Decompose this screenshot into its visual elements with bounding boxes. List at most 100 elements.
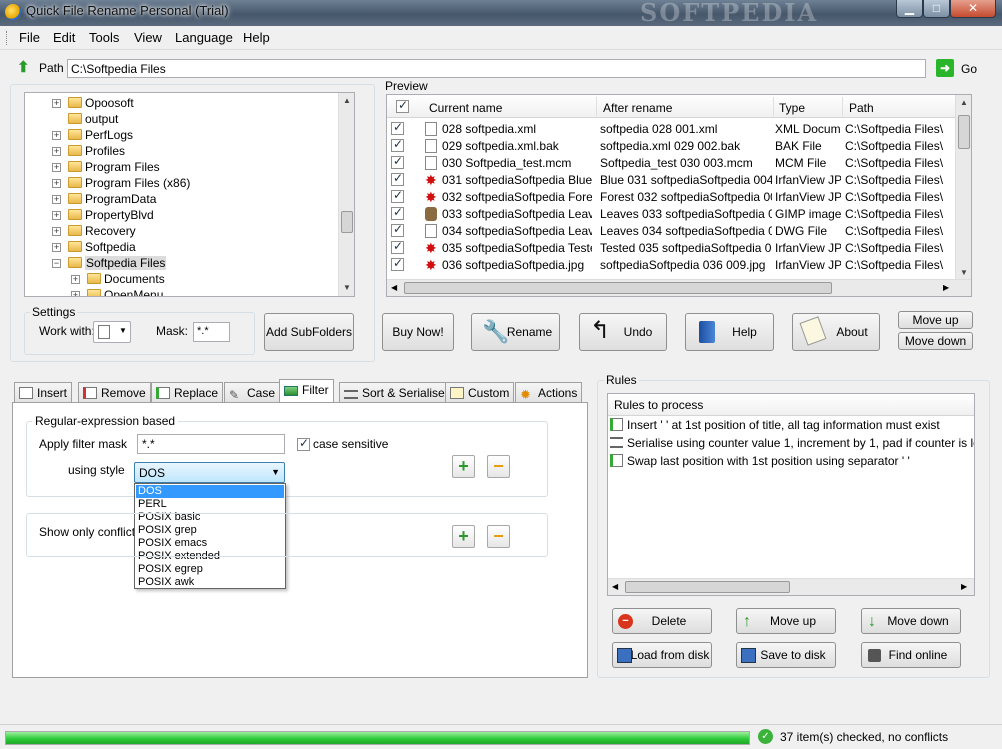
close-button[interactable]: ✕ xyxy=(950,0,996,18)
expand-icon[interactable]: + xyxy=(52,99,61,108)
mask-input[interactable]: *.* xyxy=(193,322,230,342)
file-row[interactable]: 029 softpedia.xml.bak softpedia.xml 029 0… xyxy=(387,137,955,154)
tab-filter[interactable]: Filter xyxy=(279,379,334,403)
style-option-perl[interactable]: PERL xyxy=(136,498,284,511)
expand-icon[interactable]: + xyxy=(52,227,61,236)
tab-remove[interactable]: Remove xyxy=(78,382,151,402)
expand-icon[interactable]: + xyxy=(71,275,80,284)
move-down-button[interactable]: Move down xyxy=(898,332,973,350)
menu-view[interactable]: View xyxy=(134,30,162,45)
row-checkbox[interactable] xyxy=(391,122,404,135)
remove-conflict-button[interactable]: − xyxy=(487,525,510,548)
row-checkbox[interactable] xyxy=(391,258,404,271)
rename-button[interactable]: 🔧 Rename xyxy=(471,313,560,351)
expand-icon[interactable]: + xyxy=(52,147,61,156)
row-checkbox[interactable] xyxy=(391,173,404,186)
find-online-button[interactable]: Find online xyxy=(861,642,961,668)
col-current-name[interactable]: Current name xyxy=(429,101,502,115)
scroll-right-icon[interactable]: ▶ xyxy=(943,283,949,292)
path-input[interactable]: C:\Softpedia Files xyxy=(67,59,926,78)
file-row[interactable]: ✸ 035 softpediaSoftpedia Tested... Tested … xyxy=(387,239,955,256)
rule-item[interactable]: Swap last position with 1st position usi… xyxy=(610,454,910,472)
select-all-checkbox[interactable] xyxy=(396,98,409,113)
expand-icon[interactable]: + xyxy=(71,291,80,296)
tab-actions[interactable]: ✹ Actions xyxy=(515,382,583,402)
rule-move-down-button[interactable]: ↓ Move down xyxy=(861,608,961,634)
row-checkbox[interactable] xyxy=(391,139,404,152)
file-row[interactable]: ✸ 036 softpediaSoftpedia.jpg softpediaSoft… xyxy=(387,256,955,273)
go-icon[interactable]: ➜ xyxy=(936,59,954,77)
tab-insert[interactable]: Insert xyxy=(14,382,73,402)
path-up-icon[interactable]: ⬆ xyxy=(17,60,33,76)
collapse-icon[interactable]: − xyxy=(52,259,61,268)
tree-scrollbar[interactable]: ▲ ▼ xyxy=(338,93,354,296)
style-option-dos[interactable]: DOS xyxy=(136,485,284,498)
scroll-thumb[interactable] xyxy=(341,211,353,233)
add-conflict-button[interactable]: + xyxy=(452,525,475,548)
file-row[interactable]: ✸ 032 softpediaSoftpedia Forest.j... Fores… xyxy=(387,188,955,205)
undo-button[interactable]: ↰ Undo xyxy=(579,313,667,351)
style-option-posix-egrep[interactable]: POSIX egrep xyxy=(136,563,284,576)
scroll-down-icon[interactable]: ▼ xyxy=(339,280,354,296)
scroll-left-icon[interactable]: ◀ xyxy=(391,283,397,292)
hscroll-thumb[interactable] xyxy=(625,581,790,593)
row-checkbox[interactable] xyxy=(391,156,404,169)
remove-filter-button[interactable]: − xyxy=(487,455,510,478)
maximize-button[interactable]: □ xyxy=(923,0,950,18)
load-from-disk-button[interactable]: Load from disk xyxy=(612,642,712,668)
buy-now-button[interactable]: Buy Now! xyxy=(382,313,454,351)
preview-hscrollbar[interactable]: ◀ ▶ xyxy=(387,279,971,296)
scroll-thumb[interactable] xyxy=(958,115,970,149)
rules-hscrollbar[interactable]: ◀ ▶ xyxy=(608,578,974,595)
file-row[interactable]: ✸ 031 softpediaSoftpedia Blue.jpg Blue 031… xyxy=(387,171,955,188)
about-button[interactable]: About xyxy=(792,313,880,351)
menu-tools[interactable]: Tools xyxy=(89,30,119,45)
style-option-posix-awk[interactable]: POSIX awk xyxy=(136,576,284,589)
case-sensitive-checkbox[interactable] xyxy=(297,436,310,452)
preview-vscrollbar[interactable]: ▲ ▼ xyxy=(955,95,971,281)
filter-mask-input[interactable]: *.* xyxy=(137,434,285,454)
menu-language[interactable]: Language xyxy=(175,30,233,45)
tab-custom[interactable]: Custom xyxy=(445,382,515,402)
col-type[interactable]: Type xyxy=(779,101,805,115)
hscroll-thumb[interactable] xyxy=(404,282,832,294)
scroll-up-icon[interactable]: ▲ xyxy=(339,93,354,109)
rule-item[interactable]: Insert ' ' at 1st position of title, all… xyxy=(610,418,940,436)
expand-icon[interactable]: + xyxy=(52,195,61,204)
file-row[interactable]: 028 softpedia.xml softpedia 028 001.xml XM… xyxy=(387,120,955,137)
row-checkbox[interactable] xyxy=(391,224,404,237)
work-with-dropdown[interactable]: ▼ xyxy=(93,321,131,343)
tab-case[interactable]: ✎ Case xyxy=(224,382,281,402)
menu-help[interactable]: Help xyxy=(243,30,270,45)
menu-file[interactable]: File xyxy=(19,30,40,45)
preview-grid[interactable]: Current name After rename Type Path 028 … xyxy=(386,94,972,297)
expand-icon[interactable]: + xyxy=(52,211,61,220)
tab-replace[interactable]: Replace xyxy=(151,382,224,402)
row-checkbox[interactable] xyxy=(391,241,404,254)
scroll-left-icon[interactable]: ◀ xyxy=(612,582,618,591)
rules-list[interactable]: Rules to process Insert ' ' at 1st posit… xyxy=(607,393,975,596)
expand-icon[interactable]: + xyxy=(52,131,61,140)
folder-tree[interactable]: + Opoosoft output + PerfLogs + Profiles + Pr… xyxy=(24,92,355,297)
file-row[interactable]: 033 softpediaSoftpedia Leaves... Leaves 0… xyxy=(387,205,955,222)
add-subfolders-button[interactable]: Add SubFolders xyxy=(264,313,354,351)
file-row[interactable]: 034 softpediaSoftpedia Leaves... Leaves 0… xyxy=(387,222,955,239)
row-checkbox[interactable] xyxy=(391,207,404,220)
col-after-rename[interactable]: After rename xyxy=(603,101,672,115)
delete-rule-button[interactable]: − Delete xyxy=(612,608,712,634)
go-label[interactable]: Go xyxy=(961,62,977,76)
expand-icon[interactable]: + xyxy=(52,179,61,188)
rule-item[interactable]: Serialise using counter value 1, increme… xyxy=(610,436,974,454)
help-button[interactable]: Help xyxy=(685,313,774,351)
style-select[interactable]: DOS ▼ xyxy=(134,462,285,483)
file-row[interactable]: 030 Softpedia_test.mcm Softpedia_test 030… xyxy=(387,154,955,171)
expand-icon[interactable]: + xyxy=(52,163,61,172)
tab-sort-serialise[interactable]: Sort & Serialise xyxy=(339,382,450,402)
scroll-right-icon[interactable]: ▶ xyxy=(961,582,967,591)
expand-icon[interactable]: + xyxy=(52,243,61,252)
scroll-up-icon[interactable]: ▲ xyxy=(956,95,971,111)
move-up-button[interactable]: Move up xyxy=(898,311,973,329)
minimize-button[interactable]: ▁ xyxy=(896,0,923,18)
col-path[interactable]: Path xyxy=(849,101,874,115)
save-to-disk-button[interactable]: Save to disk xyxy=(736,642,836,668)
